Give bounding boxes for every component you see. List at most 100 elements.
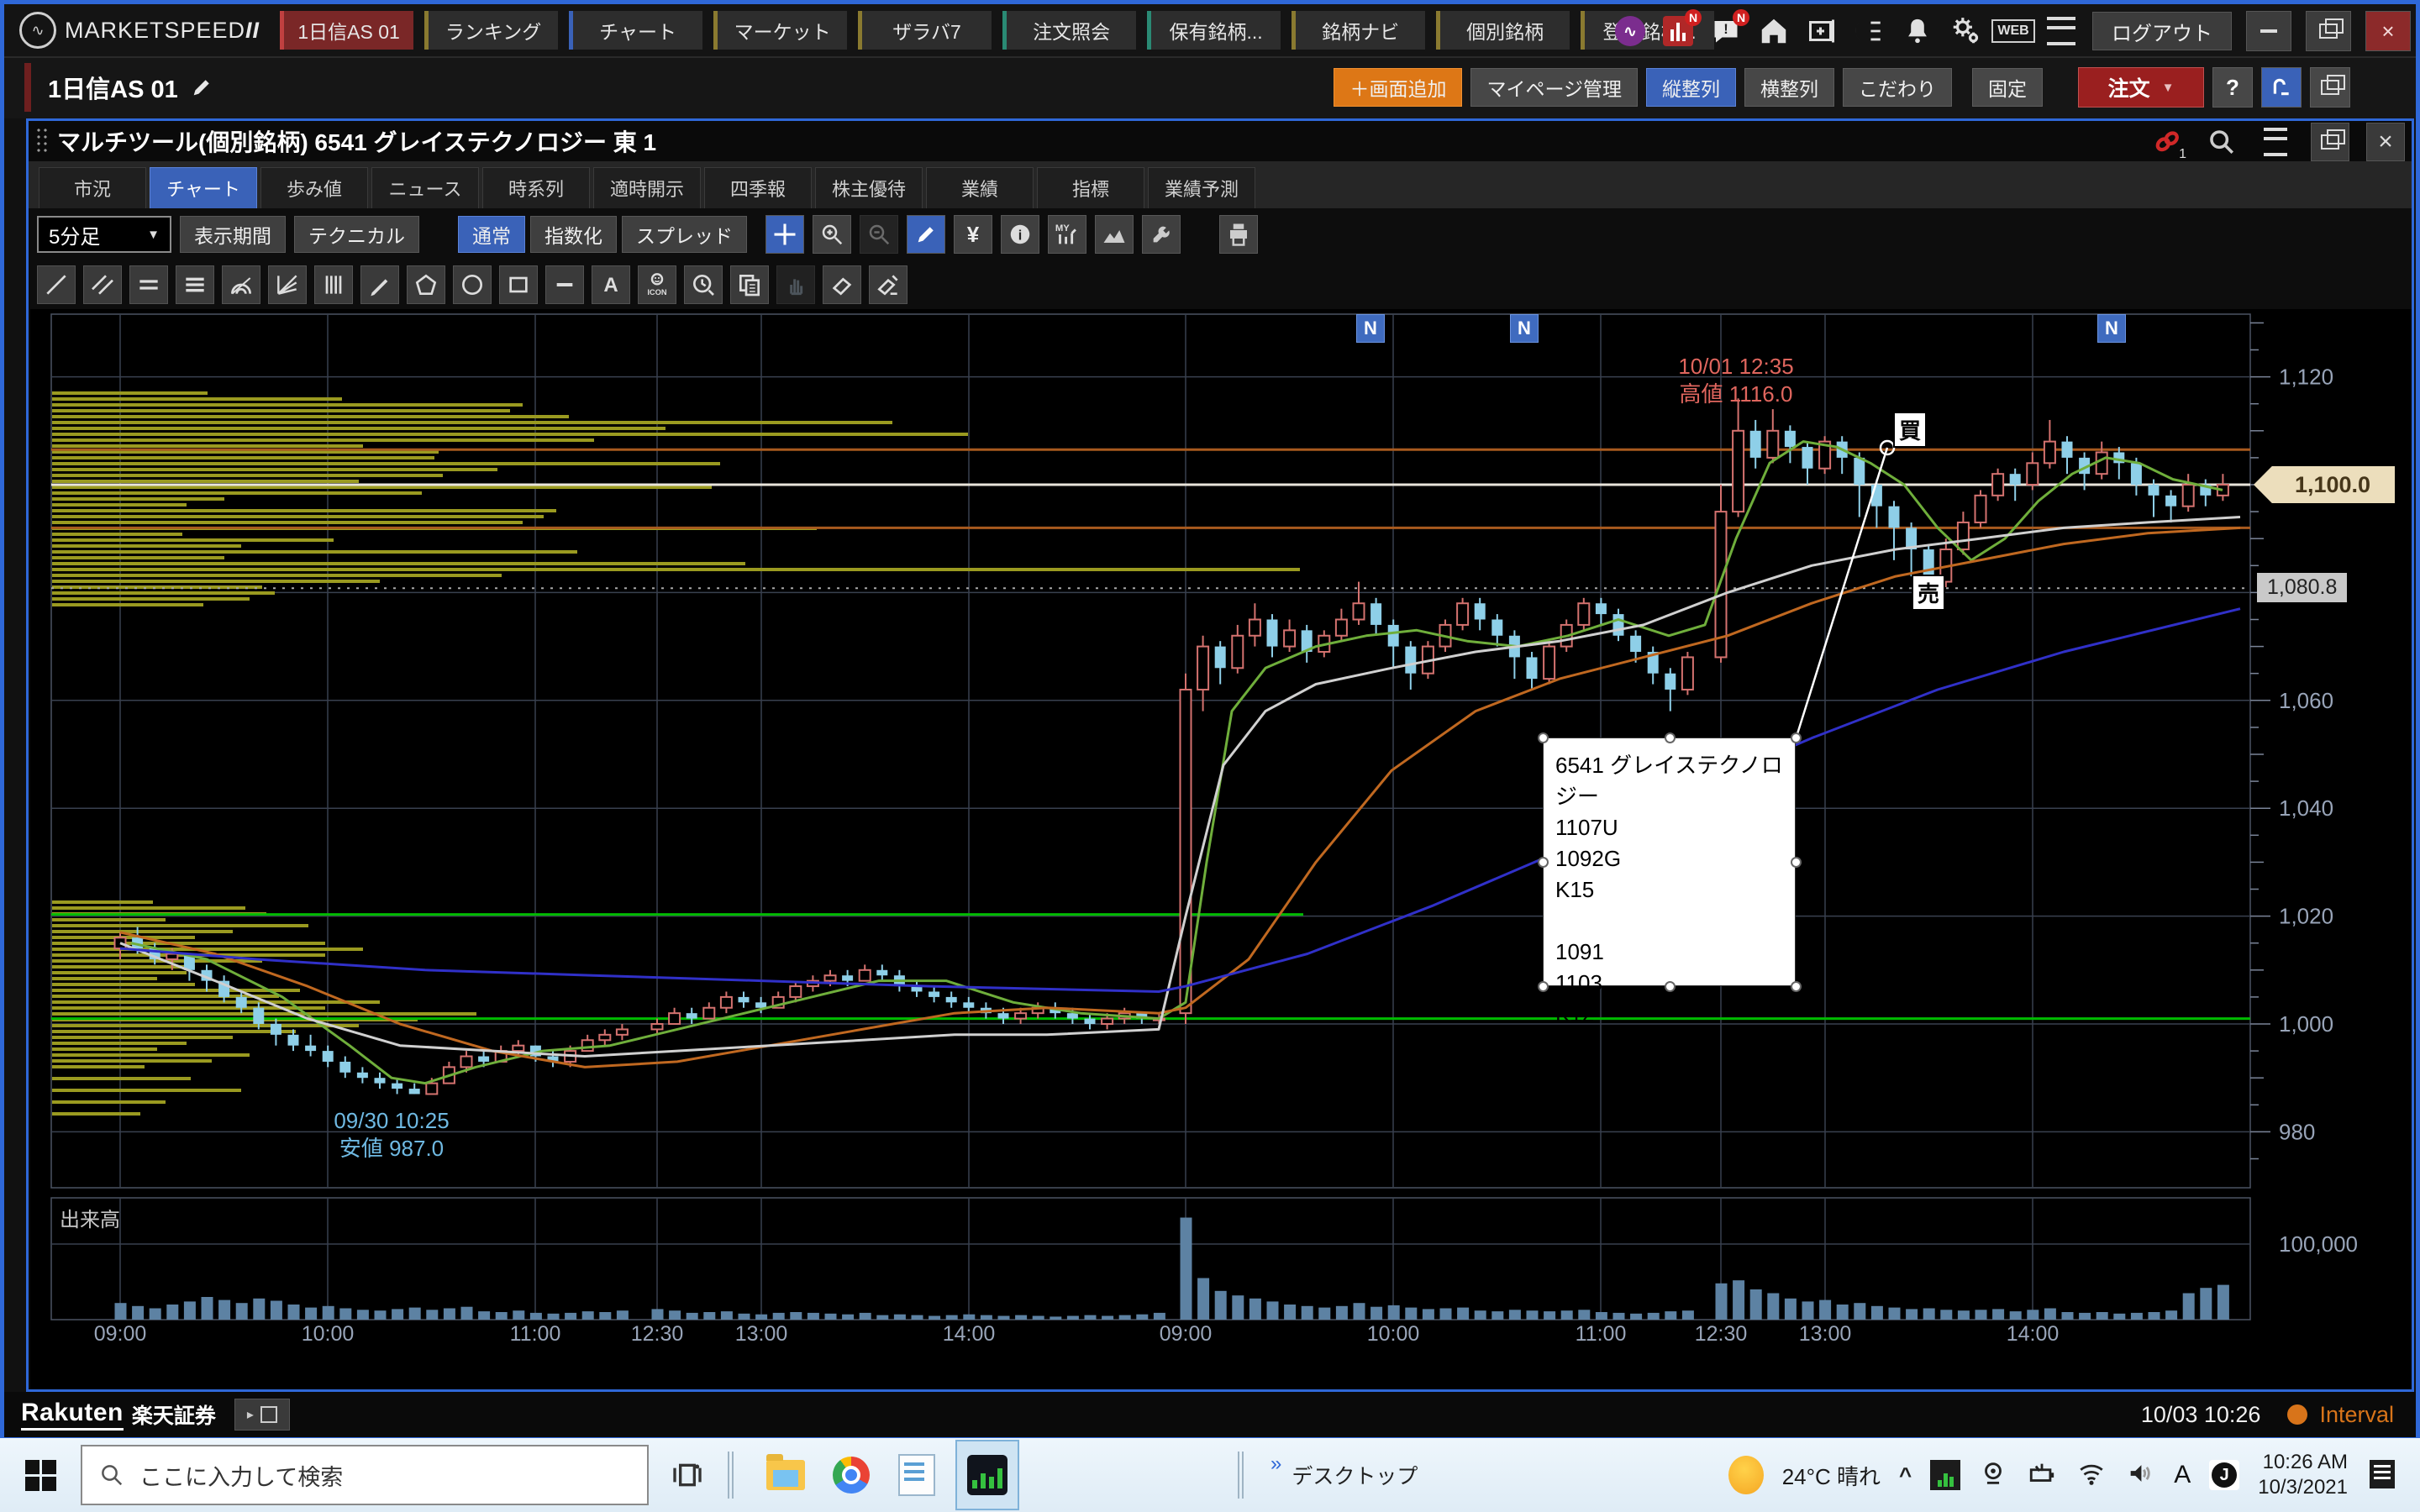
desktop-toolbar-label[interactable]: デスクトップ — [1292, 1460, 1418, 1490]
tray-camera-icon[interactable] — [1979, 1459, 2007, 1492]
chart-mode-通常[interactable]: 通常 — [458, 216, 525, 253]
ime-language-indicator[interactable]: J — [2209, 1460, 2239, 1490]
layout-button-横整列[interactable]: 横整列 — [1744, 68, 1834, 107]
tray-chart-icon[interactable] — [1930, 1460, 1960, 1490]
top-tab-銘柄ナビ[interactable]: 銘柄ナビ — [1292, 11, 1425, 50]
crosshair-tool-button[interactable] — [765, 215, 804, 254]
display-mode-icon[interactable] — [1853, 14, 1886, 48]
task-view-icon[interactable] — [660, 1438, 714, 1512]
start-button[interactable] — [0, 1438, 81, 1512]
app-restore-button[interactable] — [2306, 11, 2351, 51]
app-close-button[interactable]: × — [2365, 11, 2411, 51]
parallel-line-tool[interactable] — [83, 265, 122, 304]
window-titlebar[interactable]: マルチツール(個別銘柄) 6541 グレイステクノロジー 東 1 1 × — [29, 121, 2412, 161]
top-tab-保有銘柄...[interactable]: 保有銘柄... — [1147, 11, 1281, 50]
note-box-handle[interactable] — [1538, 732, 1549, 743]
eraser-tool[interactable] — [823, 265, 861, 304]
technical-button[interactable]: テクニカル — [294, 216, 419, 253]
window-tab-四季報[interactable]: 四季報 — [704, 167, 812, 208]
taskbar-clock[interactable]: 10:26 AM10/3/2021 — [2258, 1450, 2348, 1500]
note-box-handle[interactable] — [1538, 857, 1549, 868]
window-tab-歩み値[interactable]: 歩み値 — [260, 167, 368, 208]
top-tab-注文照会[interactable]: 注文照会 — [1002, 11, 1136, 50]
hidden-icons-caret[interactable]: ^ — [1899, 1462, 1912, 1488]
notepad-icon[interactable] — [890, 1438, 944, 1512]
window-tab-適時開示[interactable]: 適時開示 — [593, 167, 701, 208]
chart-note-box[interactable]: 6541 グレイステクノロジー 1107U 1092G K15 1091 110… — [1543, 738, 1796, 986]
three-hline-tool[interactable] — [176, 265, 214, 304]
fib-arc-tool[interactable] — [222, 265, 260, 304]
menu-hamburger-icon[interactable] — [2044, 14, 2078, 48]
price-volume-chart[interactable]: 09:0010:0011:0012:3013:0014:0009:0010:00… — [30, 309, 2412, 1389]
ellipse-tool[interactable] — [453, 265, 492, 304]
layout-button-固定[interactable]: 固定 — [1972, 68, 2043, 107]
settings-gears-icon[interactable] — [1949, 14, 1982, 48]
icon-stamp-tool[interactable]: ICON — [638, 265, 676, 304]
print-button[interactable] — [1219, 215, 1258, 254]
window-tab-ニュース[interactable]: ニュース — [371, 167, 479, 208]
news-marker-1[interactable]: N — [1356, 314, 1385, 343]
link-group-icon[interactable]: 1 — [2149, 123, 2186, 160]
fan-line-tool[interactable] — [268, 265, 307, 304]
layout-button-マイページ管理[interactable]: マイページ管理 — [1470, 68, 1638, 107]
info-button[interactable]: i — [1001, 215, 1039, 254]
chrome-icon[interactable] — [824, 1438, 878, 1512]
market-news-icon[interactable]: N — [1661, 14, 1695, 48]
link-jump-button[interactable] — [2261, 67, 2302, 108]
ray-pencil-tool[interactable] — [360, 265, 399, 304]
copy-tool[interactable] — [730, 265, 769, 304]
chart-mode-スプレッド[interactable]: スプレッド — [622, 216, 747, 253]
note-box-handle[interactable] — [1538, 981, 1549, 992]
news-marker-3[interactable]: N — [2097, 314, 2126, 343]
bell-icon[interactable] — [1901, 14, 1934, 48]
logout-button[interactable]: ログアウト — [2092, 12, 2232, 50]
window-menu-icon[interactable] — [2257, 123, 2294, 160]
window-tab-時系列[interactable]: 時系列 — [482, 167, 590, 208]
news-marker-2[interactable]: N — [1510, 314, 1539, 343]
my-indicator-button[interactable]: MY — [1048, 215, 1086, 254]
vline-grid-tool[interactable] — [314, 265, 353, 304]
trend-line-tool[interactable] — [37, 265, 76, 304]
chart-style-button[interactable] — [1095, 215, 1134, 254]
home-icon[interactable] — [1757, 14, 1791, 48]
window-tab-業績[interactable]: 業績 — [926, 167, 1034, 208]
note-box-handle[interactable] — [1665, 732, 1676, 743]
tray-battery-icon[interactable] — [2026, 1459, 2058, 1492]
add-window-icon[interactable] — [1805, 14, 1839, 48]
drag-handle[interactable] — [35, 127, 49, 155]
segment-tool[interactable] — [545, 265, 584, 304]
window-close-button[interactable]: × — [2366, 123, 2405, 161]
chart-region[interactable]: 09:0010:0011:0012:3013:0014:0009:0010:00… — [30, 309, 2412, 1389]
top-tab-チャート[interactable]: チャート — [569, 11, 702, 50]
weather-label[interactable]: 24°C 晴れ — [1782, 1460, 1881, 1491]
history-tool[interactable] — [684, 265, 723, 304]
top-tab-1日信AS 01[interactable]: 1日信AS 01 — [280, 11, 413, 50]
panel-toggle-button[interactable]: ▸ — [234, 1399, 290, 1431]
window-tab-指標[interactable]: 指標 — [1037, 167, 1144, 208]
rectangle-tool[interactable] — [499, 265, 538, 304]
alert-bubble-icon[interactable]: ! N — [1709, 14, 1743, 48]
app-minimize-button[interactable] — [2246, 11, 2291, 51]
sell-marker[interactable]: 売 — [1912, 575, 1945, 611]
top-tab-マーケット[interactable]: マーケット — [713, 11, 847, 50]
timeframe-select[interactable]: 5分足▼ — [37, 216, 171, 253]
layout-button-縦整列[interactable]: 縦整列 — [1646, 68, 1736, 107]
pulse-icon[interactable]: ∿ — [1613, 14, 1647, 48]
tray-volume-icon[interactable] — [2125, 1459, 2155, 1492]
layout-button-＋画面追加[interactable]: ＋画面追加 — [1334, 68, 1462, 107]
hand-tool[interactable] — [776, 265, 815, 304]
file-explorer-icon[interactable] — [759, 1438, 813, 1512]
top-tab-個別銘柄[interactable]: 個別銘柄 — [1436, 11, 1570, 50]
marketspeed-taskbar-icon[interactable] — [955, 1440, 1019, 1510]
popout-button[interactable] — [2310, 67, 2350, 108]
pentagon-tool[interactable] — [407, 265, 445, 304]
edit-pencil-icon[interactable] — [190, 76, 213, 99]
display-period-button[interactable]: 表示期間 — [180, 216, 286, 253]
note-box-handle[interactable] — [1791, 732, 1802, 743]
erase-all-tool[interactable] — [869, 265, 908, 304]
taskbar-search-input[interactable]: ここに入力して検索 — [81, 1445, 649, 1505]
window-restore-button[interactable] — [2311, 123, 2349, 161]
top-tab-ザラバ7[interactable]: ザラバ7 — [858, 11, 992, 50]
note-box-handle[interactable] — [1791, 857, 1802, 868]
action-center-icon[interactable] — [2366, 1457, 2403, 1494]
